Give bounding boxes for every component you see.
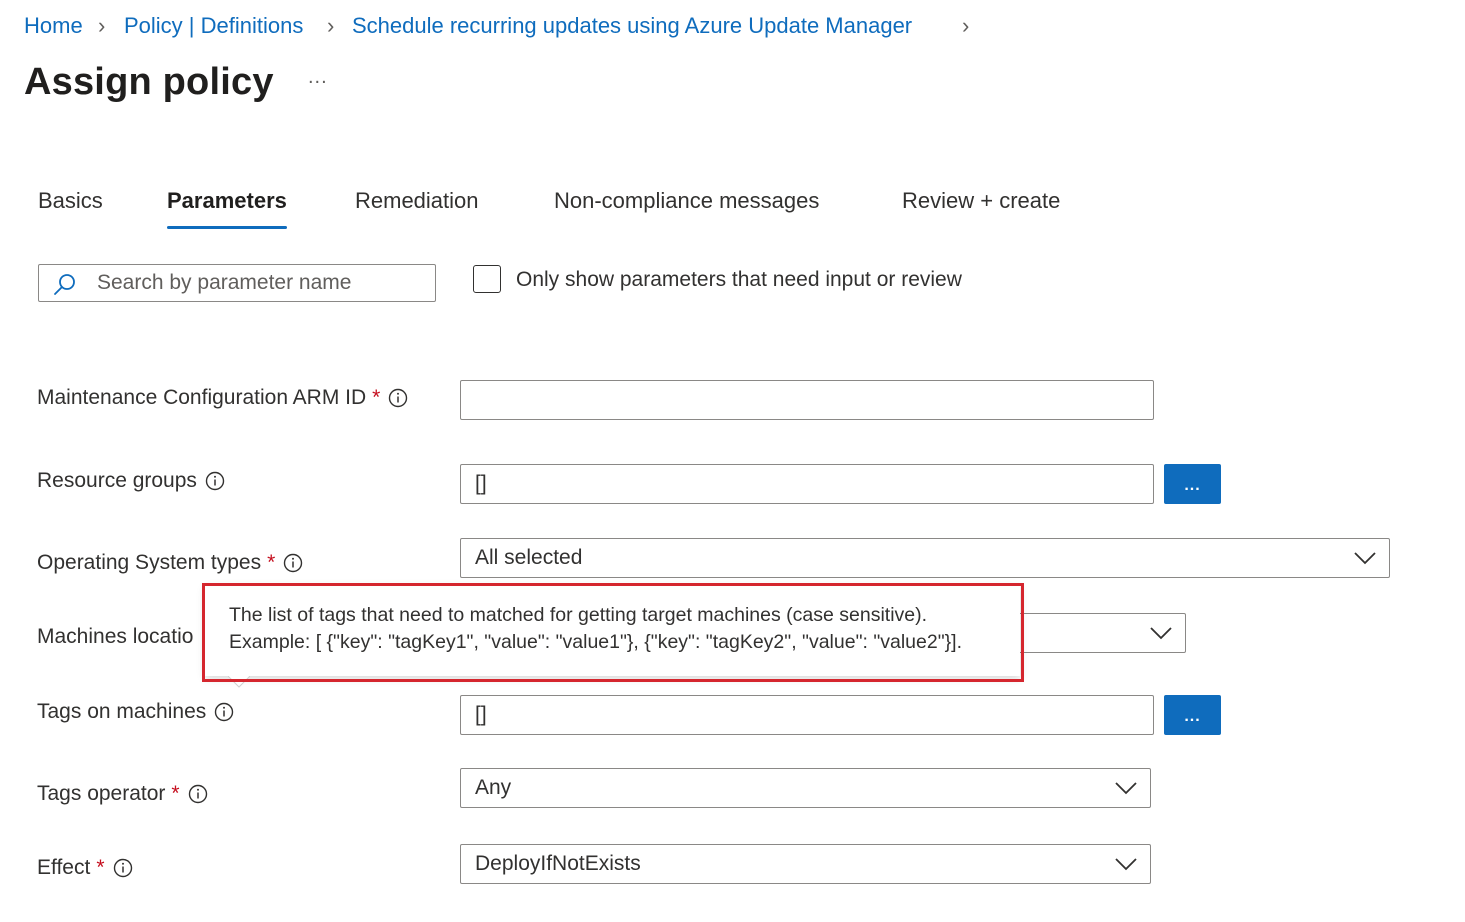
breadcrumb-separator-icon: › [327, 13, 335, 38]
param-label-text: Resource groups [37, 469, 197, 492]
param-label-os-types: Operating System types * [37, 548, 303, 578]
effect-dropdown[interactable]: DeployIfNotExists [460, 844, 1151, 884]
os-types-dropdown[interactable]: All selected [460, 538, 1390, 578]
dropdown-value: Any [475, 776, 512, 799]
info-icon[interactable] [214, 702, 234, 722]
required-marker: * [267, 551, 276, 574]
search-box[interactable] [38, 264, 436, 302]
param-label-tags-on-machines: Tags on machines [37, 697, 234, 727]
info-icon[interactable] [188, 784, 208, 804]
breadcrumb-separator-icon: › [962, 13, 970, 38]
breadcrumb-policy-definitions[interactable]: Policy | Definitions [124, 12, 303, 40]
param-label-text: Effect [37, 856, 91, 879]
tags-on-machines-input[interactable]: [] [460, 695, 1154, 735]
field-value: [] [475, 703, 487, 726]
tab-basics[interactable]: Basics [38, 186, 103, 216]
param-label-text: Tags operator [37, 782, 166, 805]
param-label-resource-groups: Resource groups [37, 466, 225, 496]
tooltip-highlight-box [202, 583, 1024, 682]
tab-remediation[interactable]: Remediation [355, 186, 479, 216]
info-icon[interactable] [388, 388, 408, 408]
field-value: [] [475, 472, 487, 495]
required-marker: * [372, 386, 381, 409]
page-title: Assign policy [24, 61, 274, 103]
param-label-text: Machines locatio [37, 625, 194, 648]
info-icon[interactable] [283, 553, 303, 573]
chevron-down-icon [1150, 627, 1172, 640]
active-tab-indicator [167, 226, 287, 229]
param-label-text: Operating System types [37, 551, 262, 574]
required-marker: * [171, 782, 180, 805]
tab-review-create[interactable]: Review + create [902, 186, 1060, 216]
chevron-down-icon [1115, 858, 1137, 871]
maintenance-config-input[interactable] [460, 380, 1154, 420]
tags-on-machines-browse-button[interactable]: ... [1164, 695, 1221, 735]
breadcrumb-home[interactable]: Home [24, 12, 83, 40]
only-show-needed-checkbox[interactable] [473, 265, 501, 293]
param-label-text: Tags on machines [37, 700, 207, 723]
info-icon[interactable] [205, 471, 225, 491]
resource-groups-browse-button[interactable]: ... [1164, 464, 1221, 504]
chevron-down-icon [1354, 552, 1376, 565]
param-label-tags-operator: Tags operator * [37, 779, 208, 809]
resource-groups-input[interactable]: [] [460, 464, 1154, 504]
param-label-effect: Effect * [37, 853, 133, 883]
dropdown-value: DeployIfNotExists [475, 852, 641, 875]
tab-parameters[interactable]: Parameters [167, 186, 287, 216]
dropdown-value: All selected [475, 546, 583, 569]
chevron-down-icon [1115, 782, 1137, 795]
info-icon[interactable] [113, 858, 133, 878]
param-label-maintenance-config: Maintenance Configuration ARM ID * [37, 383, 408, 413]
param-label-text: Maintenance Configuration ARM ID [37, 386, 367, 409]
more-actions-button[interactable]: ... [308, 66, 328, 89]
search-icon [54, 274, 75, 295]
param-label-machines-locations: Machines locatio [37, 622, 193, 652]
required-marker: * [96, 856, 105, 879]
tags-operator-dropdown[interactable]: Any [460, 768, 1151, 808]
search-input[interactable] [97, 269, 427, 297]
breadcrumb-policy-definition[interactable]: Schedule recurring updates using Azure U… [352, 12, 912, 40]
breadcrumb-separator-icon: › [98, 13, 106, 38]
tab-non-compliance-messages[interactable]: Non-compliance messages [554, 186, 819, 216]
only-show-needed-label[interactable]: Only show parameters that need input or … [516, 265, 962, 295]
